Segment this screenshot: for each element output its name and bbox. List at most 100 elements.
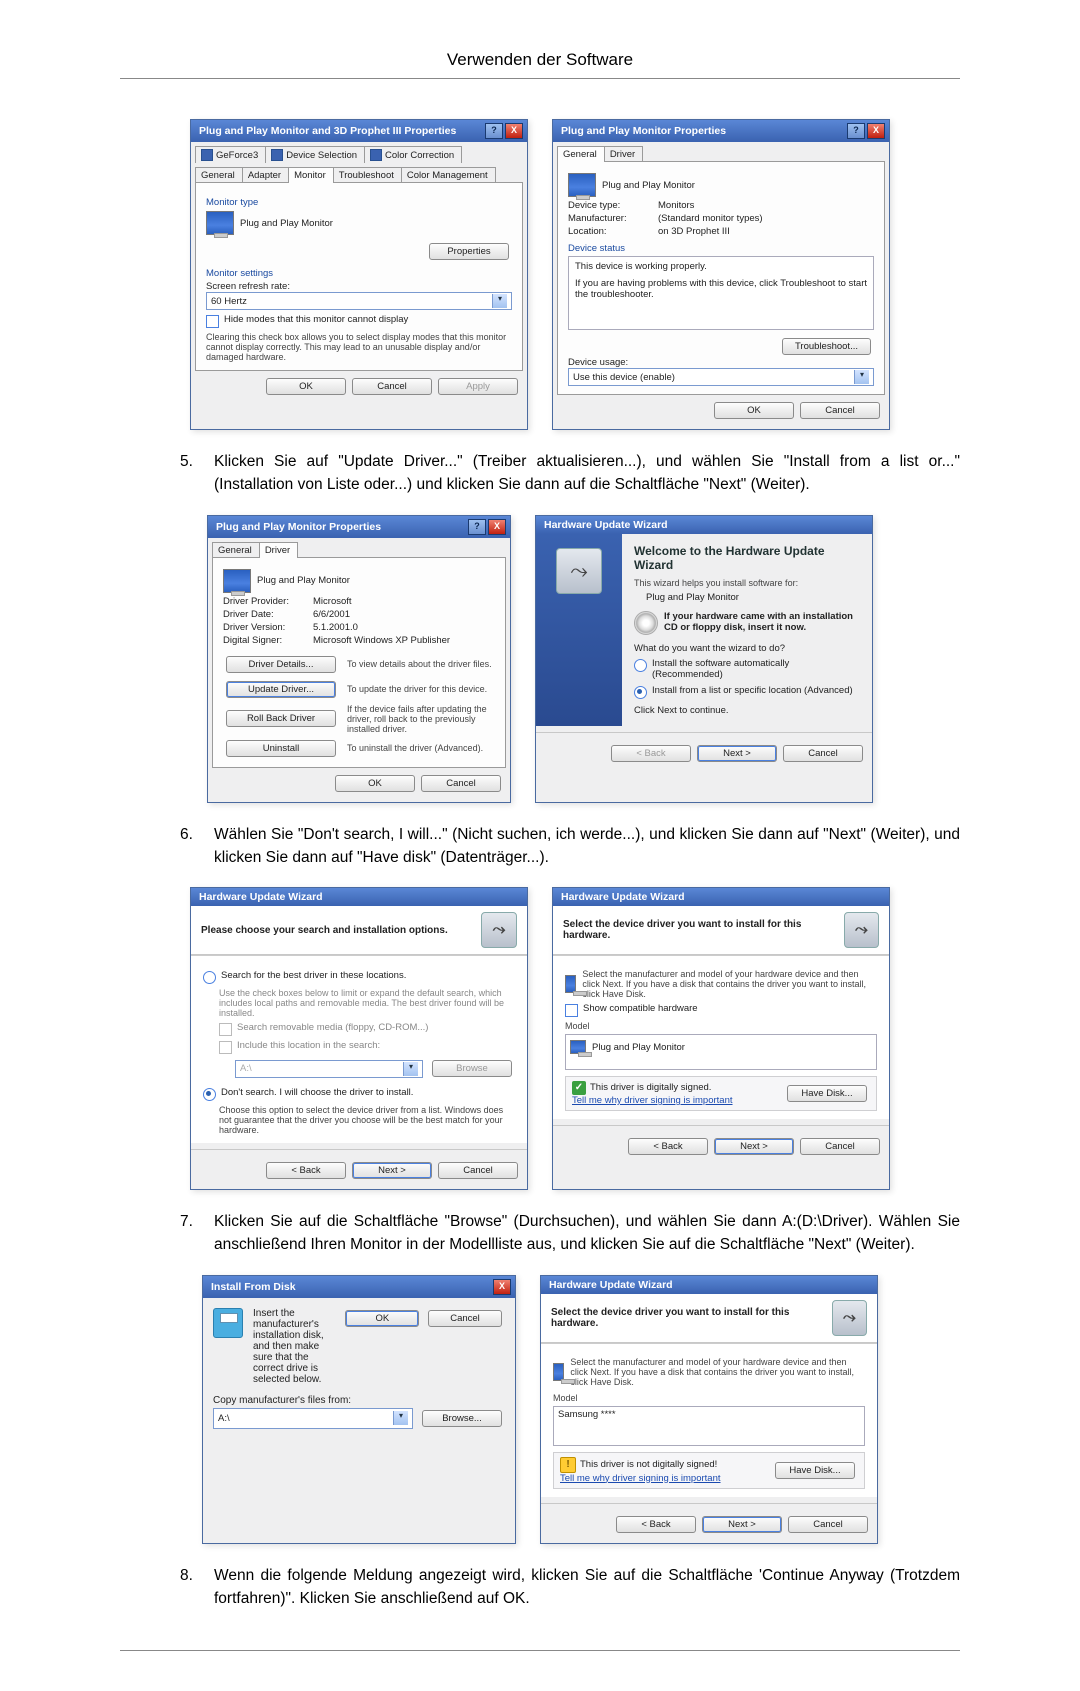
close-icon[interactable]: X [493, 1279, 511, 1295]
help-icon[interactable]: ? [468, 519, 486, 535]
list-item[interactable]: Plug and Play Monitor [592, 1042, 685, 1053]
close-icon[interactable]: X [488, 519, 506, 535]
checkbox-icon [565, 1004, 578, 1017]
troubleshoot-button[interactable]: Troubleshoot... [782, 338, 871, 355]
cancel-button[interactable]: Cancel [438, 1162, 518, 1179]
title-text: Hardware Update Wizard [199, 891, 523, 903]
back-button[interactable]: < Back [266, 1162, 346, 1179]
tab-device-selection[interactable]: Device Selection [265, 146, 365, 163]
help-icon[interactable]: ? [485, 123, 503, 139]
list-item[interactable]: Samsung **** [558, 1409, 616, 1420]
figure-pair-2: Plug and Play Monitor Properties ? X Gen… [120, 515, 960, 803]
close-icon[interactable]: X [867, 123, 885, 139]
wizard-opt-auto[interactable]: Install the software automatically (Reco… [634, 658, 860, 682]
digital-signer-label: Digital Signer: [223, 635, 313, 646]
hide-modes-checkbox[interactable]: Hide modes that this monitor cannot disp… [206, 314, 512, 328]
update-driver-button[interactable]: Update Driver... [226, 681, 336, 698]
select-device-note: Select the manufacturer and model of you… [582, 969, 877, 999]
have-disk-button[interactable]: Have Disk... [775, 1462, 855, 1479]
step-number: 7. [180, 1210, 214, 1257]
chevron-down-icon: ▾ [492, 294, 507, 308]
step-7: 7. Klicken Sie auf die Schaltfläche "Bro… [180, 1210, 960, 1257]
cancel-button[interactable]: Cancel [428, 1310, 502, 1327]
tab-general[interactable]: General [557, 146, 605, 162]
uninstall-button[interactable]: Uninstall [226, 740, 336, 757]
rollback-driver-text: If the device fails after updating the d… [347, 704, 495, 734]
driver-details-button[interactable]: Driver Details... [226, 656, 336, 673]
manufacturer-value: (Standard monitor types) [658, 213, 763, 224]
floppy-icon [213, 1308, 243, 1338]
device-usage-select[interactable]: Use this device (enable) ▾ [568, 368, 874, 386]
tab-adapter[interactable]: Adapter [242, 167, 289, 183]
help-icon[interactable]: ? [847, 123, 865, 139]
ok-button[interactable]: OK [714, 402, 794, 419]
copy-from-combo[interactable]: A:\ ▾ [213, 1408, 413, 1429]
cancel-button[interactable]: Cancel [421, 775, 501, 792]
model-list[interactable]: Samsung **** [553, 1406, 865, 1446]
driver-details-text: To view details about the driver files. [347, 659, 492, 669]
page-title: Verwenden der Software [120, 50, 960, 79]
wizard-click-next: Click Next to continue. [634, 705, 860, 716]
next-button[interactable]: Next > [697, 745, 777, 762]
wizard-opt-list[interactable]: Install from a list or specific location… [634, 685, 860, 699]
tab-monitor[interactable]: Monitor [288, 167, 334, 183]
wizard-icon: ⤳ [481, 912, 517, 948]
driver-date-value: 6/6/2001 [313, 609, 350, 620]
tab-driver[interactable]: Driver [259, 542, 298, 558]
tab-troubleshoot[interactable]: Troubleshoot [333, 167, 402, 183]
dlg-install-from-disk: Install From Disk X Insert the manufactu… [202, 1275, 516, 1544]
have-disk-button[interactable]: Have Disk... [787, 1085, 867, 1102]
opt-search-locations[interactable]: Search for the best driver in these loca… [203, 970, 515, 984]
signed-text: This driver is digitally signed. [590, 1082, 711, 1093]
ok-button[interactable]: OK [345, 1310, 419, 1327]
tab-general[interactable]: General [212, 542, 260, 558]
next-button[interactable]: Next > [714, 1138, 794, 1155]
refresh-rate-label: Screen refresh rate: [206, 281, 512, 292]
cancel-button[interactable]: Cancel [352, 378, 432, 395]
browse-button[interactable]: Browse... [422, 1410, 502, 1427]
apply-button[interactable]: Apply [438, 378, 518, 395]
cd-icon [634, 611, 658, 635]
monitor-settings-label: Monitor settings [206, 268, 512, 279]
chevron-down-icon: ▾ [393, 1411, 408, 1425]
why-signing-link[interactable]: Tell me why driver signing is important [572, 1095, 733, 1106]
opt-dont-search[interactable]: Don't search. I will choose the driver t… [203, 1087, 515, 1101]
digital-signer-value: Microsoft Windows XP Publisher [313, 635, 450, 646]
tab-color-management[interactable]: Color Management [401, 167, 496, 183]
titlebar: Plug and Play Monitor and 3D Prophet III… [191, 120, 527, 142]
monitor-type-label: Monitor type [206, 197, 512, 208]
cancel-button[interactable]: Cancel [800, 402, 880, 419]
cancel-button[interactable]: Cancel [783, 745, 863, 762]
monitor-icon [570, 1040, 586, 1054]
back-button[interactable]: < Back [616, 1516, 696, 1533]
refresh-rate-select[interactable]: 60 Hertz ▾ [206, 292, 512, 310]
cancel-button[interactable]: Cancel [788, 1516, 868, 1533]
tab-driver[interactable]: Driver [604, 146, 643, 162]
select-device-header: Select the device driver you want to ins… [551, 1307, 832, 1329]
radio-icon [634, 659, 647, 672]
close-icon[interactable]: X [505, 123, 523, 139]
hide-modes-label: Hide modes that this monitor cannot disp… [224, 314, 408, 326]
back-button[interactable]: < Back [628, 1138, 708, 1155]
checkbox-icon [219, 1023, 232, 1036]
tab-general[interactable]: General [195, 167, 243, 183]
chevron-down-icon: ▾ [403, 1062, 418, 1076]
tab-geforce3[interactable]: GeForce3 [195, 146, 266, 163]
model-list[interactable]: Plug and Play Monitor [565, 1034, 877, 1070]
cancel-button[interactable]: Cancel [800, 1138, 880, 1155]
rollback-driver-button[interactable]: Roll Back Driver [226, 710, 336, 727]
title-text: Hardware Update Wizard [561, 891, 885, 903]
next-button[interactable]: Next > [352, 1162, 432, 1179]
monitor-icon [206, 211, 234, 235]
ok-button[interactable]: OK [266, 378, 346, 395]
title-text: Plug and Play Monitor Properties [216, 521, 466, 533]
show-compatible-checkbox[interactable]: Show compatible hardware [565, 1003, 877, 1017]
next-button[interactable]: Next > [702, 1516, 782, 1533]
chevron-down-icon: ▾ [854, 370, 869, 384]
uninstall-text: To uninstall the driver (Advanced). [347, 743, 483, 753]
back-button[interactable]: < Back [611, 745, 691, 762]
why-signing-link[interactable]: Tell me why driver signing is important [560, 1473, 721, 1484]
properties-button[interactable]: Properties [429, 243, 509, 260]
ok-button[interactable]: OK [335, 775, 415, 792]
tab-color-correction[interactable]: Color Correction [364, 146, 462, 163]
